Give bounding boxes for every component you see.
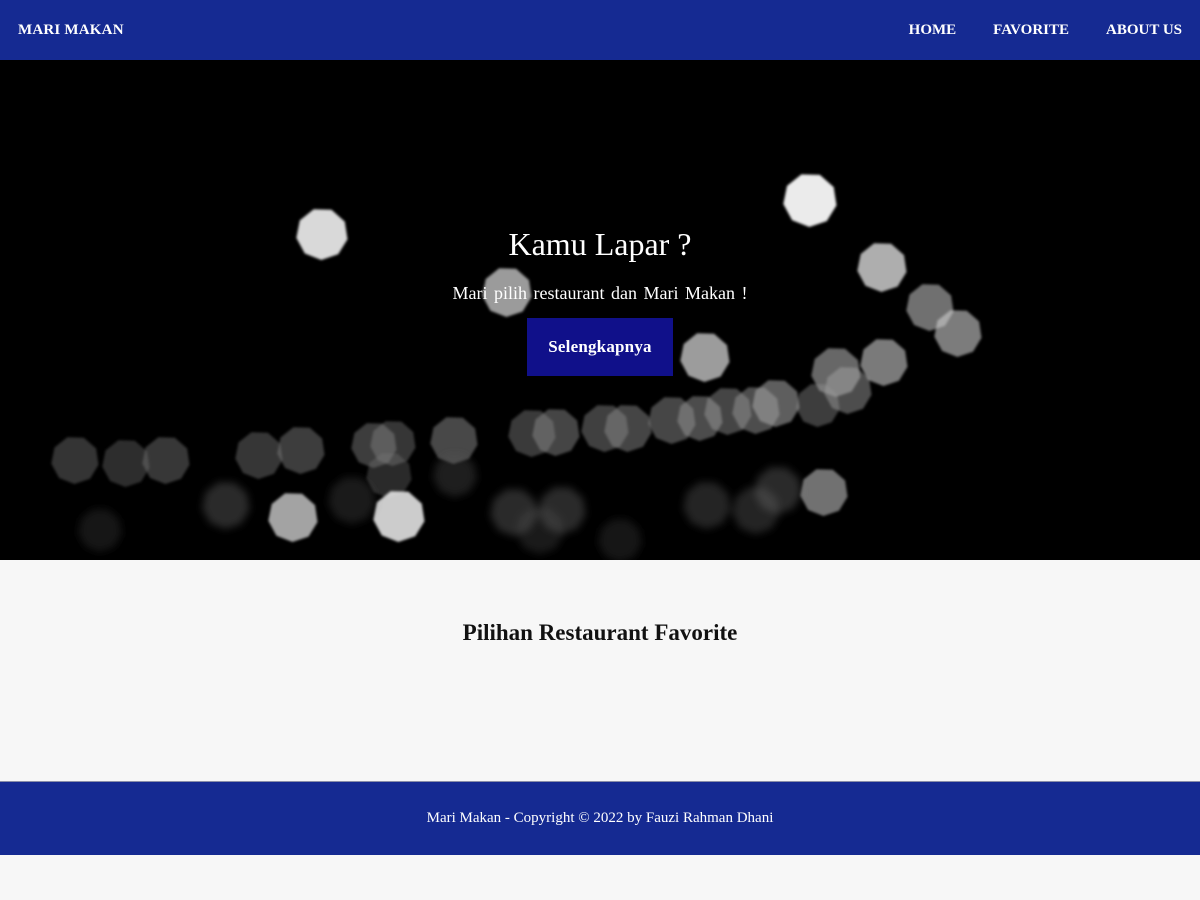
hero-banner: Kamu Lapar ? Mari pilih restaurant dan M…: [0, 60, 1200, 560]
footer-copyright: Mari Makan - Copyright © 2022 by Fauzi R…: [426, 810, 774, 826]
selengkapnya-button[interactable]: Selengkapnya: [527, 318, 673, 376]
hero-title: Kamu Lapar ?: [508, 226, 692, 262]
footer: Mari Makan - Copyright © 2022 by Fauzi R…: [0, 781, 1200, 855]
section-title: Pilihan Restaurant Favorite: [462, 620, 738, 645]
nav-link-home[interactable]: HOME: [909, 22, 957, 39]
nav-link-about-us[interactable]: ABOUT US: [1106, 22, 1182, 39]
navbar: MARI MAKAN HOME FAVORITE ABOUT US: [0, 0, 1200, 60]
hero-subtitle: Mari pilih restaurant dan Mari Makan !: [452, 283, 748, 303]
nav-menu: HOME FAVORITE ABOUT US: [909, 0, 1182, 60]
brand-logo-link[interactable]: MARI MAKAN: [18, 22, 124, 39]
hero-content: Kamu Lapar ? Mari pilih restaurant dan M…: [0, 60, 1200, 560]
nav-link-favorite[interactable]: FAVORITE: [993, 22, 1069, 39]
